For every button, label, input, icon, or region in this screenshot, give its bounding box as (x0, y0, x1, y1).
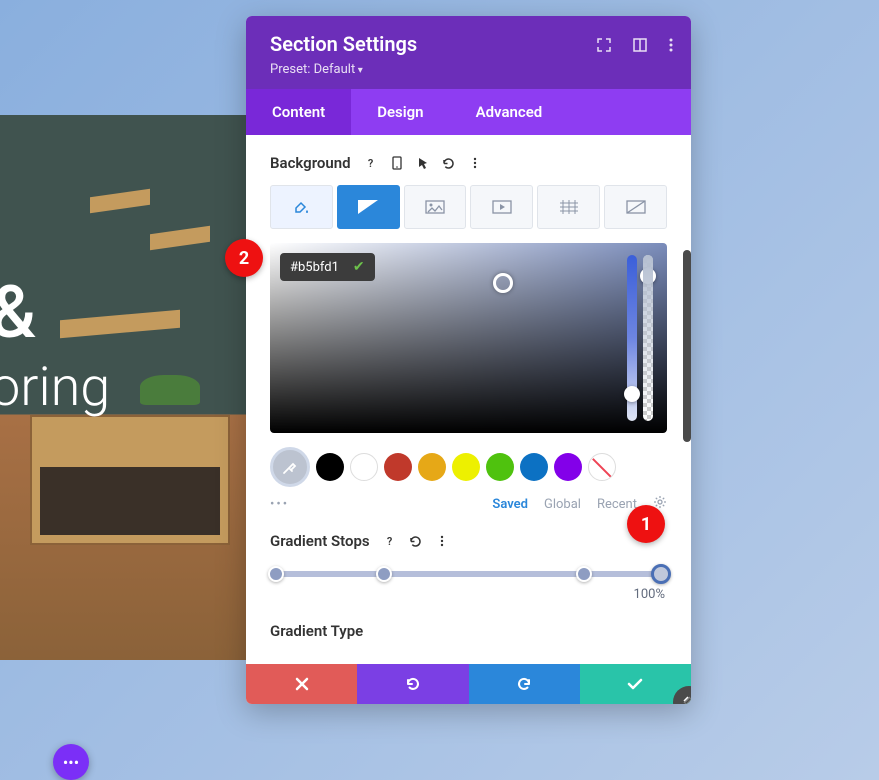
panel-body: Background ? (246, 135, 691, 664)
palette-saved-link[interactable]: Saved (492, 497, 528, 512)
decor (150, 226, 210, 250)
decor (30, 415, 230, 545)
background-label-row: Background ? (270, 153, 667, 173)
hero-word: oring (0, 356, 110, 421)
color-cursor[interactable] (493, 273, 513, 293)
tab-design[interactable]: Design (351, 89, 449, 135)
column-icon[interactable] (633, 38, 647, 52)
gradient-label-row: Gradient Stops ? (270, 531, 667, 551)
more-icon[interactable] (669, 38, 673, 52)
scrollbar[interactable] (683, 250, 691, 442)
phone-icon[interactable] (387, 153, 407, 173)
expand-icon[interactable] (597, 38, 611, 52)
hex-value[interactable]: #b5bfd1 (290, 260, 339, 275)
more-vert-icon[interactable] (465, 153, 485, 173)
header-actions (597, 38, 673, 52)
palette-meta: ••• Saved Global Recent (270, 495, 667, 513)
bg-type-color[interactable] (270, 185, 333, 229)
swatch-yellow[interactable] (452, 453, 480, 481)
hue-slider[interactable] (627, 255, 637, 421)
fab-button[interactable]: ••• (53, 744, 89, 780)
swatch-black[interactable] (316, 453, 344, 481)
help-icon[interactable]: ? (380, 531, 400, 551)
alpha-thumb[interactable] (640, 268, 656, 284)
swatch-green[interactable] (486, 453, 514, 481)
decor (140, 375, 200, 405)
callout-1: 1 (627, 505, 665, 543)
swatch-white[interactable] (350, 453, 378, 481)
background-type-tabs (270, 185, 667, 229)
palette-recent-link[interactable]: Recent (597, 497, 637, 512)
swatch-purple[interactable] (554, 453, 582, 481)
bg-type-image[interactable] (404, 185, 467, 229)
cancel-button[interactable] (246, 664, 357, 704)
gradient-stops-section: Gradient Stops ? 100% (270, 531, 667, 602)
panel-footer (246, 664, 691, 704)
swatch-blue[interactable] (520, 453, 548, 481)
redo-button[interactable] (469, 664, 580, 704)
gradient-stops-label: Gradient Stops (270, 532, 370, 550)
confirm-icon[interactable]: ✔ (353, 259, 365, 275)
vertical-sliders (619, 243, 667, 433)
tab-advanced[interactable]: Advanced (450, 89, 569, 135)
swatch-red[interactable] (384, 453, 412, 481)
preset-dropdown[interactable]: Preset: Default (270, 62, 667, 77)
bg-type-gradient[interactable] (337, 185, 400, 229)
hue-thumb[interactable] (624, 386, 640, 402)
reset-icon[interactable] (406, 531, 426, 551)
help-icon[interactable]: ? (361, 153, 381, 173)
swatch-row (270, 447, 667, 487)
gradient-type-label: Gradient Type (270, 622, 667, 640)
bg-type-mask[interactable] (604, 185, 667, 229)
tab-content[interactable]: Content (246, 89, 351, 135)
palette-more-icon[interactable]: ••• (270, 497, 289, 512)
hero-text: & oring (0, 270, 110, 421)
settings-panel: Section Settings Preset: Default Content… (246, 16, 691, 704)
tab-bar: Content Design Advanced (246, 89, 691, 135)
eyedropper-button[interactable] (270, 447, 310, 487)
gradient-stop-0[interactable] (268, 566, 284, 582)
gradient-stop-1[interactable] (376, 566, 392, 582)
swatch-none[interactable] (588, 453, 616, 481)
bg-type-video[interactable] (470, 185, 533, 229)
palette-global-link[interactable]: Global (544, 497, 581, 512)
color-picker-area[interactable]: #b5bfd1 ✔ (270, 243, 667, 433)
background-label: Background (270, 154, 351, 172)
decor (90, 189, 150, 213)
panel-header: Section Settings Preset: Default (246, 16, 691, 89)
gradient-stop-2[interactable] (576, 566, 592, 582)
callout-2: 2 (225, 239, 263, 277)
hex-input-chip: #b5bfd1 ✔ (280, 253, 375, 281)
background-label-icons: ? (361, 153, 485, 173)
undo-button[interactable] (357, 664, 468, 704)
swatch-orange[interactable] (418, 453, 446, 481)
reset-icon[interactable] (439, 153, 459, 173)
gradient-percent: 100% (270, 587, 667, 602)
alpha-slider[interactable] (643, 255, 653, 421)
gradient-label-icons: ? (380, 531, 452, 551)
more-vert-icon[interactable] (432, 531, 452, 551)
hero-ampersand: & (0, 270, 110, 356)
bg-type-pattern[interactable] (537, 185, 600, 229)
cursor-icon[interactable] (413, 153, 433, 173)
gradient-slider[interactable] (276, 571, 661, 577)
gradient-stop-3[interactable] (651, 564, 671, 584)
